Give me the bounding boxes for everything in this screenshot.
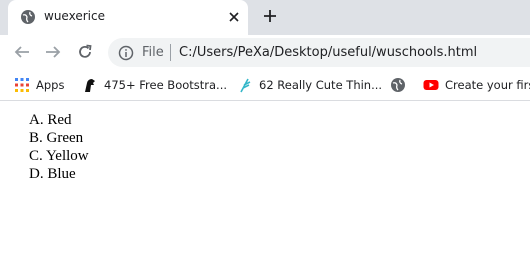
file-label: File <box>142 45 164 60</box>
item-text: Blue <box>47 166 76 182</box>
list-item: B. Green <box>29 129 89 147</box>
new-tab-icon[interactable] <box>262 8 278 24</box>
browser-tab[interactable]: wuexerice <box>8 0 248 35</box>
apps-grid-icon <box>15 78 29 92</box>
info-icon[interactable] <box>118 45 134 61</box>
address-bar[interactable]: File C:/Users/PeXa/Desktop/useful/wuscho… <box>108 38 530 67</box>
list-item: D. Blue <box>29 165 89 183</box>
page-content: A. Red B. Green C. Yellow D. Blue <box>0 101 530 255</box>
forward-arrow-icon[interactable] <box>44 43 62 61</box>
tab-strip: wuexerice <box>0 0 530 35</box>
url-text[interactable]: C:/Users/PeXa/Desktop/useful/wuschools.h… <box>179 45 477 60</box>
bookmark-label: 62 Really Cute Thin... <box>259 78 383 92</box>
bookmark-label: 475+ Free Bootstra... <box>104 78 228 92</box>
list-item: C. Yellow <box>29 147 89 165</box>
item-letter: B. <box>29 130 43 146</box>
back-arrow-icon[interactable] <box>13 43 31 61</box>
youtube-icon <box>423 80 439 90</box>
tab-title: wuexerice <box>44 9 105 23</box>
bootstrap-horse-icon <box>85 79 95 92</box>
options-list: A. Red B. Green C. Yellow D. Blue <box>29 111 89 183</box>
item-letter: D. <box>29 166 44 182</box>
feather-icon <box>240 78 251 93</box>
item-text: Green <box>46 130 84 146</box>
item-letter: A. <box>29 112 44 128</box>
divider <box>170 44 171 61</box>
bookmarks-bar: Apps 475+ Free Bootstra... 62 Really Cut… <box>0 70 530 101</box>
list-item: A. Red <box>29 111 89 129</box>
item-letter: C. <box>29 148 43 164</box>
globe-icon <box>391 78 405 92</box>
item-text: Red <box>47 112 72 128</box>
bookmark-label: Create your first <box>445 78 530 92</box>
close-icon[interactable] <box>226 9 242 25</box>
toolbar: File C:/Users/PeXa/Desktop/useful/wuscho… <box>0 35 530 70</box>
globe-icon <box>21 10 35 24</box>
reload-icon[interactable] <box>76 43 94 61</box>
bookmark-label: Apps <box>36 78 65 92</box>
item-text: Yellow <box>45 148 89 164</box>
